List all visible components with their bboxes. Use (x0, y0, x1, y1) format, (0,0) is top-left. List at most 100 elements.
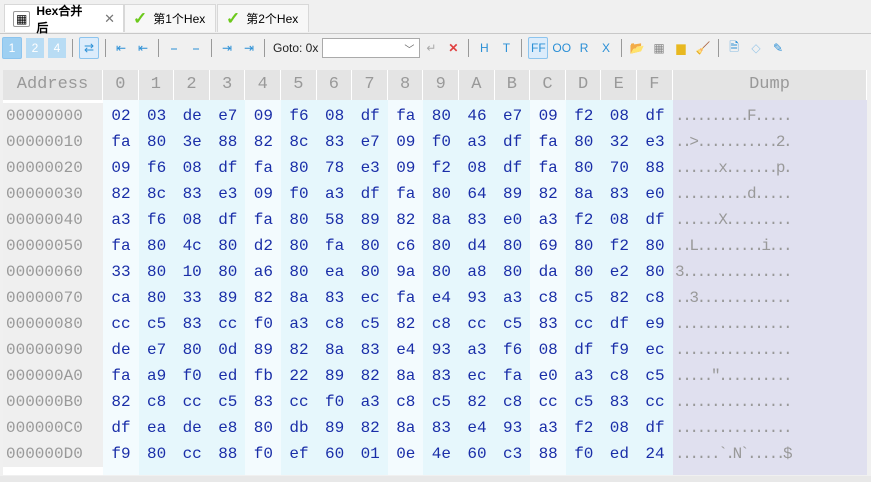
hex-byte[interactable]: 80 (637, 233, 673, 259)
hex-byte[interactable]: 09 (388, 129, 424, 155)
hex-byte[interactable]: fa (245, 155, 281, 181)
close-icon[interactable]: ✕ (104, 11, 115, 27)
hex-byte[interactable]: c3 (495, 441, 531, 467)
hex-byte[interactable]: e7 (139, 337, 175, 363)
hex-byte[interactable]: 80 (495, 233, 531, 259)
hex-byte[interactable]: 32 (601, 129, 637, 155)
hex-byte[interactable]: 80 (281, 259, 317, 285)
hex-byte[interactable]: c6 (388, 233, 424, 259)
hex-byte[interactable]: 89 (352, 207, 388, 233)
hex-byte[interactable]: 60 (317, 441, 353, 467)
begin-underline-icon[interactable]: ⎯ (165, 38, 183, 58)
row-dump[interactable]: .....".......... (673, 363, 867, 389)
hex-byte[interactable]: a6 (245, 259, 281, 285)
hex-byte[interactable]: 09 (245, 181, 281, 207)
hex-byte[interactable]: 80 (281, 233, 317, 259)
hex-byte[interactable]: 80 (210, 259, 246, 285)
hex-byte[interactable]: 4e (423, 441, 459, 467)
hex-byte[interactable]: df (566, 337, 602, 363)
hex-byte[interactable]: df (103, 415, 139, 441)
hex-byte[interactable]: 82 (245, 285, 281, 311)
hex-byte[interactable]: 8c (281, 129, 317, 155)
hex-byte[interactable]: 93 (423, 337, 459, 363)
row-dump[interactable]: ..3............. (673, 285, 867, 311)
hex-byte[interactable]: e3 (637, 129, 673, 155)
hex-byte[interactable]: de (174, 415, 210, 441)
hex-byte[interactable]: f0 (245, 311, 281, 337)
hex-byte[interactable]: c8 (495, 389, 531, 415)
hex-byte[interactable]: 83 (174, 311, 210, 337)
hex-byte[interactable]: ed (210, 363, 246, 389)
hex-byte[interactable]: 89 (245, 337, 281, 363)
hex-byte[interactable]: 08 (174, 155, 210, 181)
hex-byte[interactable]: ec (637, 337, 673, 363)
r-button[interactable]: R (575, 38, 593, 58)
hex-byte[interactable]: f0 (317, 389, 353, 415)
hex-byte[interactable]: 33 (103, 259, 139, 285)
hex-byte[interactable]: df (210, 207, 246, 233)
view-1-button[interactable]: 1 (2, 37, 22, 59)
hex-byte[interactable]: c5 (423, 389, 459, 415)
hex-byte[interactable]: 80 (423, 259, 459, 285)
hex-byte[interactable]: f6 (281, 103, 317, 129)
hex-byte[interactable]: 0d (210, 337, 246, 363)
hex-byte[interactable]: e3 (210, 181, 246, 207)
hex-byte[interactable]: ec (352, 285, 388, 311)
tab-hex-1[interactable]: ✓ 第1个Hex (124, 4, 216, 32)
hex-byte[interactable]: 80 (352, 259, 388, 285)
hex-byte[interactable]: a3 (566, 363, 602, 389)
hex-byte[interactable]: fa (103, 233, 139, 259)
hex-file-icon[interactable]: ▦ (650, 38, 668, 58)
hex-byte[interactable]: 83 (601, 181, 637, 207)
tab-hex-2[interactable]: ✓ 第2个Hex (217, 4, 309, 32)
hex-byte[interactable]: f0 (566, 441, 602, 467)
hex-byte[interactable]: d2 (245, 233, 281, 259)
hex-byte[interactable]: 80 (566, 129, 602, 155)
hex-byte[interactable]: f0 (423, 129, 459, 155)
hex-byte[interactable]: c5 (352, 311, 388, 337)
edit-icon[interactable]: ✎ (769, 38, 787, 58)
hex-byte[interactable]: 83 (423, 415, 459, 441)
hex-byte[interactable]: a3 (459, 337, 495, 363)
hex-byte[interactable]: 93 (495, 415, 531, 441)
hex-byte[interactable]: ea (139, 415, 175, 441)
hex-byte[interactable]: e0 (530, 363, 566, 389)
eraser-icon[interactable]: ◇ (747, 38, 765, 58)
hex-byte[interactable]: f0 (174, 363, 210, 389)
hex-byte[interactable]: 89 (317, 363, 353, 389)
row-dump[interactable]: ..........F..... (673, 103, 867, 129)
hex-byte[interactable]: c8 (317, 311, 353, 337)
end-left-icon[interactable]: ⇤ (134, 38, 152, 58)
hex-byte[interactable]: a3 (495, 285, 531, 311)
swap-icon[interactable]: ⇄ (79, 37, 99, 59)
hex-byte[interactable]: 80 (352, 233, 388, 259)
hex-byte[interactable]: 24 (637, 441, 673, 467)
hex-byte[interactable]: fa (317, 233, 353, 259)
hex-byte[interactable]: 01 (352, 441, 388, 467)
hex-byte[interactable]: c8 (637, 285, 673, 311)
hex-byte[interactable]: a8 (459, 259, 495, 285)
hex-byte[interactable]: ec (459, 363, 495, 389)
hex-byte[interactable]: 89 (495, 181, 531, 207)
hex-byte[interactable]: e7 (352, 129, 388, 155)
row-dump[interactable]: ................ (673, 389, 867, 415)
hex-byte[interactable]: 80 (423, 103, 459, 129)
hex-byte[interactable]: fa (388, 103, 424, 129)
hex-byte[interactable]: e3 (352, 155, 388, 181)
hex-byte[interactable]: 82 (245, 129, 281, 155)
hex-byte[interactable]: c5 (566, 285, 602, 311)
hex-byte[interactable]: 83 (423, 363, 459, 389)
hex-byte[interactable]: 08 (174, 207, 210, 233)
hex-byte[interactable]: 08 (601, 103, 637, 129)
hex-byte[interactable]: a3 (530, 415, 566, 441)
hex-byte[interactable]: 70 (601, 155, 637, 181)
hex-byte[interactable]: 93 (459, 285, 495, 311)
hex-byte[interactable]: 64 (459, 181, 495, 207)
hex-byte[interactable]: fa (103, 129, 139, 155)
hex-byte[interactable]: ed (601, 441, 637, 467)
hex-byte[interactable]: 8a (317, 337, 353, 363)
row-dump[interactable]: ................ (673, 337, 867, 363)
hex-byte[interactable]: 46 (459, 103, 495, 129)
hex-byte[interactable]: f0 (281, 181, 317, 207)
hex-byte[interactable]: df (495, 155, 531, 181)
